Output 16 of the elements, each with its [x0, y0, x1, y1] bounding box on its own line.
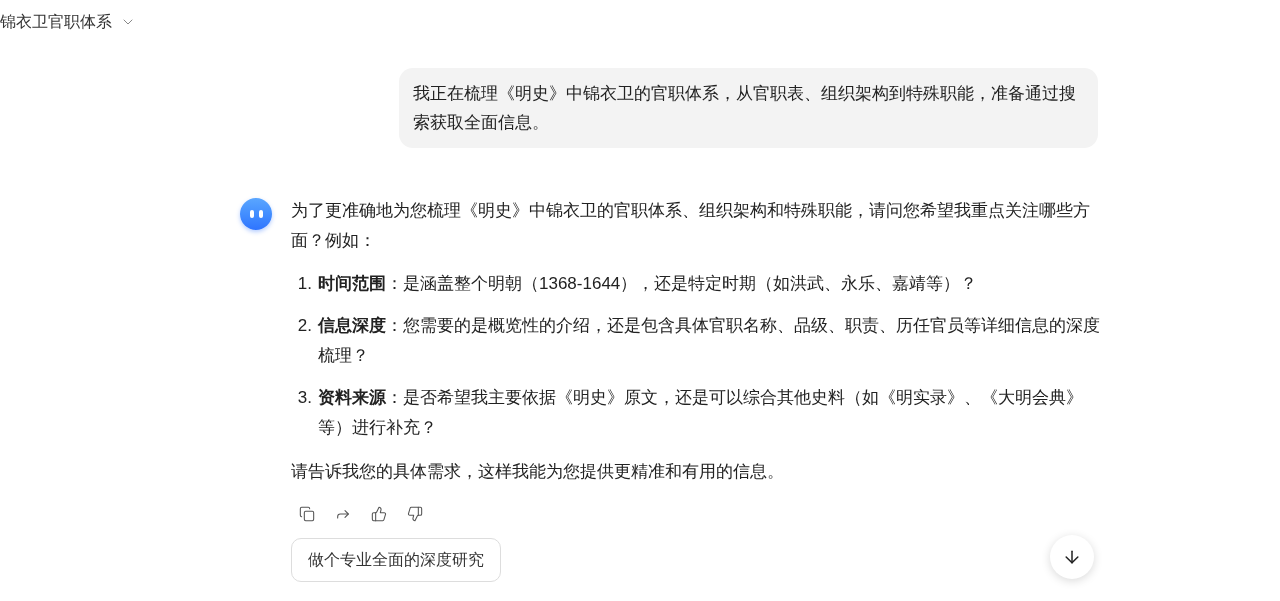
list-item-text: 资料来源：是否希望我主要依据《明史》原文，还是可以综合其他史料（如《明实录》、《大明会典》等）进行补充？	[318, 387, 1084, 439]
assistant-intro: 为了更准确地为您梳理《明史》中锦衣卫的官职体系、组织架构和特殊职能，请问您希望我重点关注哪些方面？例如：	[291, 200, 1091, 252]
suggestion-button[interactable]: 做个专业全面的深度研究	[291, 538, 501, 582]
list-item-text: 信息深度：您需要的是概览性的介绍，还是包含具体官职名称、品级、职责、历任官员等详细信息的深度梳理？	[318, 315, 1101, 367]
scroll-down-button[interactable]	[1050, 535, 1094, 579]
conversation-title[interactable]: 锦衣卫官职体系	[0, 10, 112, 34]
list-number: 2.	[296, 315, 313, 337]
assistant-avatar-icon	[240, 198, 272, 230]
assistant-closing: 请告诉我您的具体需求，这样我能为您提供更精准和有用的信息。	[291, 461, 785, 483]
list-number: 1.	[296, 273, 313, 295]
copy-icon[interactable]	[299, 506, 315, 522]
thumbs-down-icon[interactable]	[407, 506, 423, 522]
thumbs-up-icon[interactable]	[371, 506, 387, 522]
list-item-text: 时间范围：是涵盖整个明朝（1368-1644），还是特定时期（如洪武、永乐、嘉靖等）？	[318, 273, 978, 295]
user-message: 我正在梳理《明史》中锦衣卫的官职体系，从官职表、组织架构到特殊职能，准备通过搜索获取全面信息。	[413, 83, 1077, 134]
list-number: 3.	[296, 387, 313, 409]
